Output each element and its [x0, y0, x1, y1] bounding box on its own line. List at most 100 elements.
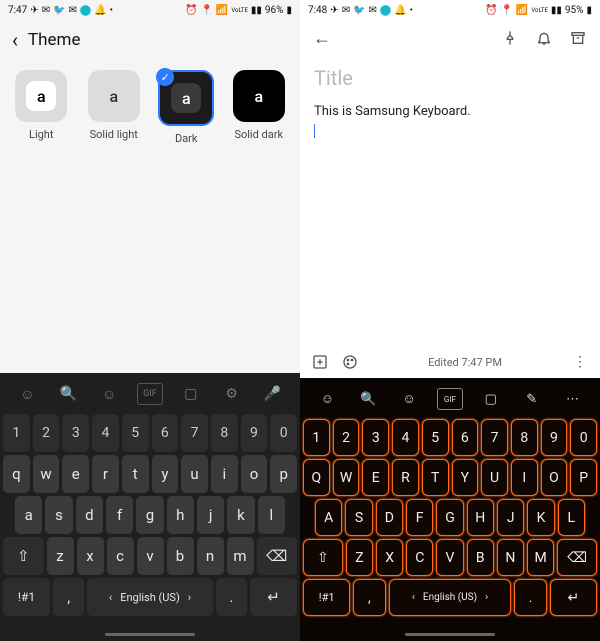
voice-icon[interactable]: 🎤 [259, 383, 285, 405]
key-0[interactable]: 0 [570, 419, 597, 456]
key-s[interactable]: s [45, 496, 72, 534]
key-2[interactable]: 2 [33, 414, 60, 452]
key-u[interactable]: U [481, 459, 508, 496]
key-b[interactable]: b [167, 537, 194, 575]
key-w[interactable]: w [33, 455, 60, 493]
key-o[interactable]: O [541, 459, 568, 496]
backspace-key[interactable]: ⌫ [257, 537, 298, 575]
key-x[interactable]: X [376, 539, 403, 576]
key-n[interactable]: N [497, 539, 524, 576]
keyboard-neon[interactable]: ☺ 🔍 ☺ GIF ▢ ✎ ⋯ 1234567890 QWERTYUIOP AS… [300, 378, 600, 627]
key-9[interactable]: 9 [541, 419, 568, 456]
shift-key[interactable]: ⇧ [3, 537, 44, 575]
keyboard-dark[interactable]: ☺ 🔍 ☺ GIF ▢ ⚙ 🎤 1234567890 qwertyuiop as… [0, 373, 300, 627]
period-key[interactable]: . [216, 578, 247, 616]
key-s[interactable]: S [345, 499, 372, 536]
key-6[interactable]: 6 [152, 414, 179, 452]
pin-icon[interactable] [498, 26, 522, 50]
key-z[interactable]: z [47, 537, 74, 575]
clipboard-icon[interactable]: ▢ [478, 388, 504, 410]
key-7[interactable]: 7 [181, 414, 208, 452]
key-q[interactable]: q [3, 455, 30, 493]
back-icon[interactable]: ‹ [12, 28, 18, 52]
key-7[interactable]: 7 [481, 419, 508, 456]
key-h[interactable]: h [167, 496, 194, 534]
key-j[interactable]: J [497, 499, 524, 536]
gif-icon[interactable]: GIF [437, 388, 463, 410]
key-u[interactable]: u [181, 455, 208, 493]
key-e[interactable]: e [62, 455, 89, 493]
clipboard-icon[interactable]: ▢ [178, 383, 204, 405]
key-t[interactable]: T [422, 459, 449, 496]
palette-icon[interactable] [340, 352, 360, 372]
search-icon[interactable]: 🔍 [355, 388, 381, 410]
note-text[interactable]: This is Samsung Keyboard. [314, 100, 586, 138]
key-y[interactable]: y [152, 455, 179, 493]
key-c[interactable]: c [107, 537, 134, 575]
key-l[interactable]: L [558, 499, 585, 536]
key-a[interactable]: a [15, 496, 42, 534]
key-v[interactable]: V [436, 539, 463, 576]
key-f[interactable]: f [106, 496, 133, 534]
emoji-icon[interactable]: ☺ [314, 388, 340, 410]
key-q[interactable]: Q [303, 459, 330, 496]
key-v[interactable]: v [137, 537, 164, 575]
key-m[interactable]: m [227, 537, 254, 575]
key-t[interactable]: t [122, 455, 149, 493]
space-key[interactable]: ‹English (US)› [87, 578, 212, 616]
key-r[interactable]: R [392, 459, 419, 496]
key-d[interactable]: D [376, 499, 403, 536]
key-4[interactable]: 4 [92, 414, 119, 452]
key-l[interactable]: l [258, 496, 285, 534]
key-x[interactable]: x [77, 537, 104, 575]
key-5[interactable]: 5 [422, 419, 449, 456]
key-1[interactable]: 1 [3, 414, 30, 452]
search-icon[interactable]: 🔍 [55, 383, 81, 405]
key-n[interactable]: n [197, 537, 224, 575]
add-icon[interactable] [310, 352, 330, 372]
title-input[interactable]: Title [314, 66, 586, 90]
backspace-key[interactable]: ⌫ [557, 539, 597, 576]
theme-option-dark[interactable]: ✓ a Dark [153, 70, 220, 145]
symbols-key[interactable]: !#1 [3, 578, 50, 616]
emoji-icon[interactable]: ☺ [14, 383, 40, 405]
shift-key[interactable]: ⇧ [303, 539, 343, 576]
key-c[interactable]: C [406, 539, 433, 576]
key-m[interactable]: M [527, 539, 554, 576]
key-4[interactable]: 4 [392, 419, 419, 456]
key-d[interactable]: d [76, 496, 103, 534]
period-key[interactable]: . [514, 579, 546, 616]
reminder-icon[interactable] [532, 26, 556, 50]
key-w[interactable]: W [333, 459, 360, 496]
key-1[interactable]: 1 [303, 419, 330, 456]
back-icon[interactable]: ← [310, 26, 334, 50]
note-body[interactable]: Title This is Samsung Keyboard. [300, 58, 600, 346]
nav-handle[interactable] [405, 633, 495, 636]
theme-option-light[interactable]: a Light [8, 70, 75, 145]
theme-option-solid-dark[interactable]: a Solid dark [226, 70, 293, 145]
theme-option-solid-light[interactable]: a Solid light [81, 70, 148, 145]
key-f[interactable]: F [406, 499, 433, 536]
key-h[interactable]: H [467, 499, 494, 536]
sticker-icon[interactable]: ☺ [96, 383, 122, 405]
more-icon[interactable]: ⋮ [570, 352, 590, 372]
symbols-key[interactable]: !#1 [303, 579, 350, 616]
archive-icon[interactable] [566, 26, 590, 50]
nav-handle[interactable] [105, 633, 195, 636]
gif-icon[interactable]: GIF [137, 383, 163, 405]
enter-key[interactable]: ↵ [550, 579, 597, 616]
key-k[interactable]: k [227, 496, 254, 534]
key-3[interactable]: 3 [62, 414, 89, 452]
key-y[interactable]: Y [452, 459, 479, 496]
key-6[interactable]: 6 [452, 419, 479, 456]
key-8[interactable]: 8 [211, 414, 238, 452]
key-5[interactable]: 5 [122, 414, 149, 452]
key-8[interactable]: 8 [511, 419, 538, 456]
settings-icon[interactable]: ⚙ [219, 383, 245, 405]
key-o[interactable]: o [241, 455, 268, 493]
key-g[interactable]: g [136, 496, 163, 534]
key-9[interactable]: 9 [241, 414, 268, 452]
space-key[interactable]: ‹English (US)› [389, 579, 512, 616]
key-i[interactable]: i [211, 455, 238, 493]
key-e[interactable]: E [362, 459, 389, 496]
